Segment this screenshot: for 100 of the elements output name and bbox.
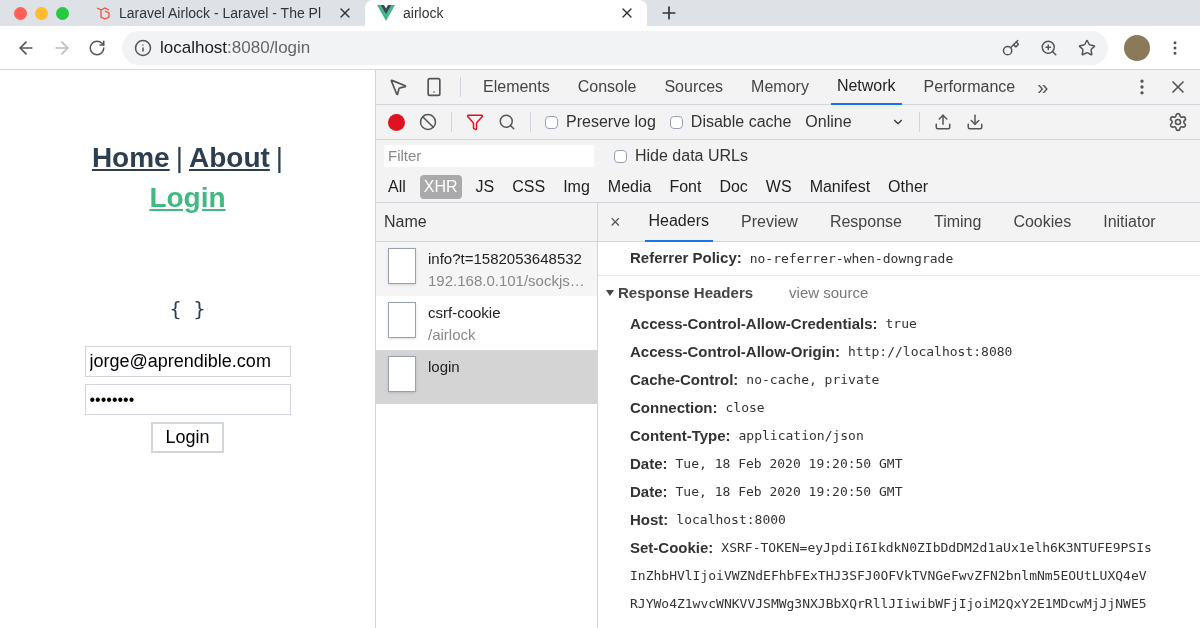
hide-data-urls-label: Hide data URLs xyxy=(635,146,748,166)
zoom-icon[interactable] xyxy=(1040,38,1058,57)
key-icon[interactable] xyxy=(1002,38,1020,57)
header-value: Tue, 18 Feb 2020 19:20:50 GMT xyxy=(675,455,903,474)
header-key: Access-Control-Allow-Origin: xyxy=(630,340,840,364)
request-row[interactable]: info?t=1582053648532 192.168.0.101/sockjs… xyxy=(376,242,597,296)
header-key: Referrer Policy: xyxy=(630,247,742,270)
type-filter[interactable]: Manifest xyxy=(805,175,875,199)
login-button[interactable]: Login xyxy=(151,422,224,453)
devtools-tab[interactable]: Network xyxy=(830,69,902,105)
detail-tab[interactable]: Cookies xyxy=(1009,202,1076,242)
type-filter[interactable]: WS xyxy=(761,175,796,199)
avatar[interactable] xyxy=(1124,34,1150,61)
type-filter[interactable]: Font xyxy=(665,175,706,199)
disable-cache-label: Disable cache xyxy=(690,112,792,132)
type-filter[interactable]: Img xyxy=(559,175,594,199)
header-key: Cache-Control: xyxy=(630,368,739,392)
header-value: Tue, 18 Feb 2020 19:20:50 GMT xyxy=(675,483,903,502)
url-path: :8080/login xyxy=(227,37,311,57)
settings-icon[interactable] xyxy=(1168,112,1188,132)
device-icon[interactable] xyxy=(424,77,444,97)
throttle-dropdown[interactable]: Online xyxy=(805,110,906,134)
close-detail-button[interactable]: × xyxy=(610,208,621,236)
preserve-log-label: Preserve log xyxy=(566,112,656,132)
info-icon xyxy=(134,38,152,57)
address-bar[interactable]: localhost:8080/login xyxy=(122,30,1108,65)
header-key: Date: xyxy=(630,452,668,476)
type-filter[interactable]: Doc xyxy=(715,175,752,199)
checkbox[interactable] xyxy=(614,149,627,163)
browser-tab[interactable]: Laravel Airlock - Laravel - The Pl xyxy=(83,0,365,26)
request-name: csrf-cookie xyxy=(428,303,501,323)
file-icon xyxy=(388,302,416,338)
checkbox[interactable] xyxy=(669,115,683,129)
nav-separator: | xyxy=(275,141,284,175)
detail-tab[interactable]: Initiator xyxy=(1099,202,1160,242)
header-key: Set-Cookie: xyxy=(630,536,714,560)
export-icon[interactable] xyxy=(966,113,985,131)
v-logo-icon xyxy=(377,5,395,21)
triangle-down-icon xyxy=(606,290,614,296)
header-value: true xyxy=(885,315,917,334)
type-filter[interactable]: All xyxy=(384,175,410,199)
email-field[interactable]: jorge@aprendible.com xyxy=(84,346,291,377)
header-key: Connection: xyxy=(630,396,718,420)
url-host: localhost xyxy=(160,37,228,57)
detail-tab[interactable]: Response xyxy=(825,202,906,242)
password-field[interactable]: •••••••• xyxy=(84,384,291,415)
file-icon xyxy=(388,356,416,392)
header-value: RJYWo4Z1wvcWNKVVJSMWg3NXJBbXQrRllJIiwibWFjIjoiM2QxY2E1MDcwMjJjNWE5 xyxy=(630,595,1147,614)
request-name: info?t=1582053648532 xyxy=(428,249,583,269)
header-value: XSRF-TOKEN=eyJpdiI6IkdkN0ZIbDdDM2d1aUx1elh6K3NTUFE9PSIs xyxy=(721,539,1152,558)
header-key: Date: xyxy=(630,480,668,504)
devtools-tab[interactable]: Performance xyxy=(917,69,1022,105)
filter-field[interactable]: Filter xyxy=(384,145,594,167)
more-tabs-button[interactable]: » xyxy=(1037,72,1049,102)
cube-logo-icon xyxy=(95,5,111,21)
bookmark-star-icon[interactable] xyxy=(1078,38,1096,57)
header-key: Access-Control-Allow-Credentials: xyxy=(630,312,878,336)
section-toggle[interactable]: Response Headers xyxy=(606,281,754,305)
import-icon[interactable] xyxy=(934,113,953,131)
devtools-tab[interactable]: Memory xyxy=(745,69,815,105)
request-path: /airlock xyxy=(428,325,477,345)
request-name: login xyxy=(428,357,460,377)
browser-tab[interactable]: airlock xyxy=(365,0,647,26)
reload-icon[interactable] xyxy=(88,38,106,57)
type-filter[interactable]: Media xyxy=(603,175,656,199)
header-value: application/json xyxy=(738,427,864,446)
column-header: Name xyxy=(376,203,597,242)
devtools-tab[interactable]: Sources xyxy=(658,69,730,105)
record-button[interactable] xyxy=(388,113,405,131)
type-filter[interactable]: CSS xyxy=(508,175,550,199)
request-path: 192.168.0.101/sockjs… xyxy=(428,271,585,291)
header-value: close xyxy=(725,399,765,418)
header-value: http://localhost:8080 xyxy=(848,343,1013,362)
devtools-tab[interactable]: Elements xyxy=(477,69,556,105)
tab-title: Laravel Airlock - Laravel - The Pl xyxy=(119,3,323,23)
nav-link[interactable]: Home xyxy=(91,138,170,178)
tab-title: airlock xyxy=(403,3,445,23)
type-filter[interactable]: Other xyxy=(884,175,933,199)
detail-tab[interactable]: Timing xyxy=(929,202,986,242)
header-key: Content-Type: xyxy=(630,424,731,448)
output-text: { } xyxy=(169,296,206,323)
nav-link[interactable]: About xyxy=(188,138,270,178)
inspect-icon[interactable] xyxy=(388,77,408,97)
header-value: no-cache, private xyxy=(746,371,880,390)
checkbox[interactable] xyxy=(545,115,558,129)
header-value: localhost:8000 xyxy=(676,511,786,530)
nav-separator: | xyxy=(175,141,183,175)
detail-tab[interactable]: Headers xyxy=(644,202,713,242)
detail-tab[interactable]: Preview xyxy=(737,202,802,242)
header-key: Host: xyxy=(630,508,669,532)
search-icon[interactable] xyxy=(498,113,516,131)
filter-icon[interactable] xyxy=(466,113,484,131)
view-source-link[interactable]: view source xyxy=(789,281,869,305)
type-filter[interactable]: JS xyxy=(471,175,499,199)
file-icon xyxy=(388,248,416,284)
devtools-tab[interactable]: Console xyxy=(571,69,643,105)
header-value: InZhbHVlIjoiVWZNdEFhbFExTHJ3SFJ0OFVkTVNGeFwvZFN2bnlmNm5EOUtLUXQ4eV xyxy=(630,567,1147,586)
request-row[interactable]: login xyxy=(376,350,597,404)
header-value: no-referrer-when-downgrade xyxy=(749,249,954,268)
clear-icon[interactable] xyxy=(419,113,437,131)
